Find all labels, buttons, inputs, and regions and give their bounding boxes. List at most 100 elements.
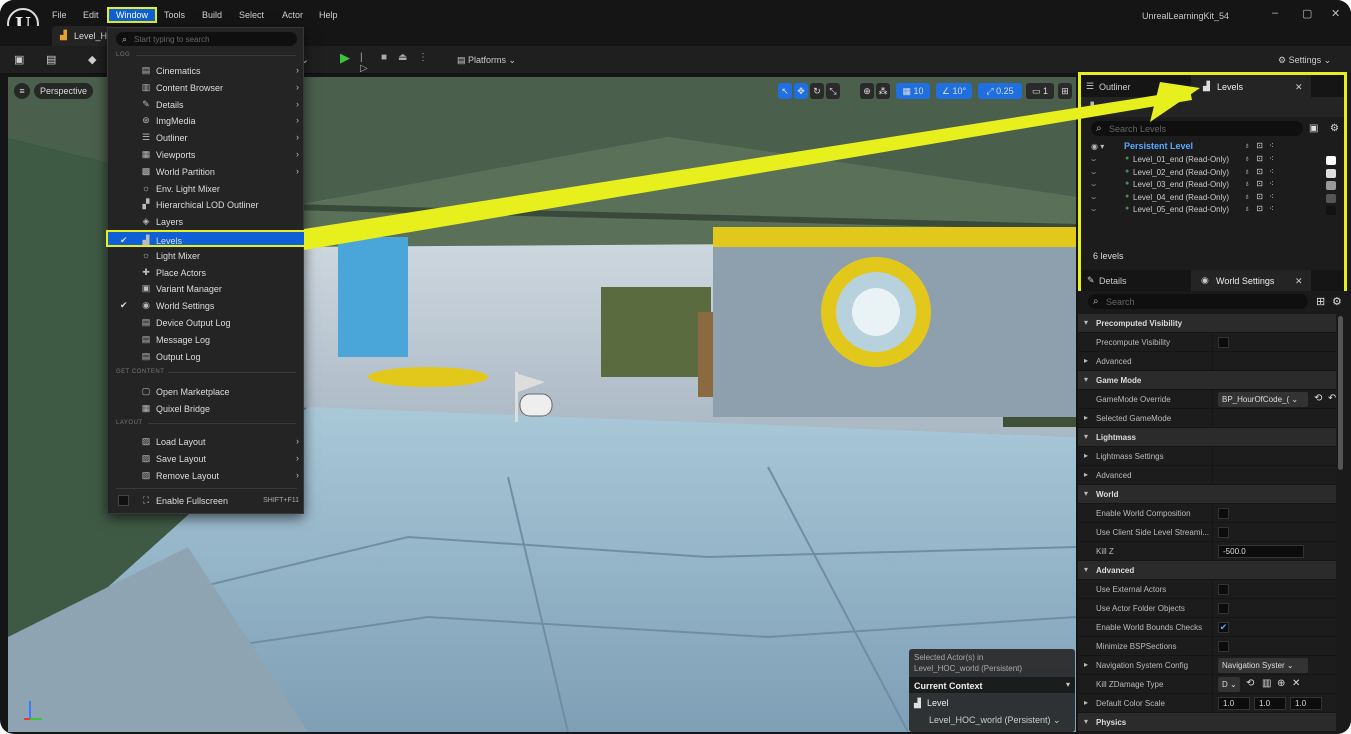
menu-item-place-actors[interactable]: ✚ Place Actors: [108, 264, 305, 281]
menu-item-hierarchical-lod-outliner[interactable]: ▞ Hierarchical LOD Outliner: [108, 196, 305, 213]
pencil-icon[interactable]: ✎: [1161, 101, 1169, 112]
step-icon[interactable]: |▷: [360, 52, 368, 74]
levels-search-input[interactable]: [1109, 123, 1299, 134]
maximize-viewport-button[interactable]: ⊞: [1058, 83, 1072, 99]
chevron-right-icon[interactable]: ▸: [1084, 413, 1088, 422]
content-browser-icon[interactable]: ▤: [46, 53, 56, 66]
chevron-down-icon[interactable]: ▾: [1084, 318, 1088, 327]
surface-snap-button[interactable]: ⁂: [876, 83, 890, 99]
property-checkbox[interactable]: [1218, 337, 1229, 348]
property-checkbox[interactable]: [1218, 603, 1229, 614]
visibility-closed-icon[interactable]: ⌣: [1091, 180, 1096, 190]
chevron-right-icon[interactable]: ▸: [1084, 451, 1088, 460]
add-folder-icon[interactable]: ▣: [1309, 123, 1318, 134]
menu-select[interactable]: Select: [239, 10, 264, 20]
menu-item-cinematics[interactable]: ▤ Cinematics ›: [108, 62, 305, 79]
eject-icon[interactable]: ⏏: [398, 52, 407, 63]
camera-speed-button[interactable]: ▭ 1: [1026, 83, 1054, 99]
level-row[interactable]: ⌣ Level_04_end (Read-Only) ♁ ⊡ ⁖ ●: [1081, 192, 1344, 205]
color-scale-field[interactable]: 1.0: [1254, 697, 1286, 710]
property-value-field[interactable]: -500.0: [1218, 545, 1304, 558]
visibility-closed-icon[interactable]: ⌣: [1091, 168, 1096, 178]
translate-mode-button[interactable]: ✥: [794, 83, 808, 99]
menu-actor[interactable]: Actor: [282, 10, 303, 20]
platforms-button[interactable]: ▤ Platforms ⌄: [457, 55, 516, 66]
chevron-down-icon[interactable]: ▾: [1084, 375, 1088, 384]
select-mode-button[interactable]: ↖: [778, 83, 792, 99]
chevron-right-icon[interactable]: ▸: [1084, 660, 1088, 669]
browse-icon[interactable]: ⟲: [1314, 393, 1322, 404]
fullscreen-checkbox[interactable]: [118, 495, 129, 506]
chevron-down-icon[interactable]: ▾: [1084, 717, 1088, 726]
menu-item-remove-layout[interactable]: ▨ Remove Layout ›: [108, 467, 305, 484]
chevron-down-icon[interactable]: ▾: [1084, 432, 1088, 441]
tab-details[interactable]: ✎ Details: [1081, 270, 1191, 291]
visibility-eye-icon[interactable]: ◉ ▾: [1091, 142, 1104, 151]
menu-item-imgmedia[interactable]: ⊛ ImgMedia ›: [108, 112, 305, 129]
menu-item-message-log[interactable]: ▤ Message Log: [108, 331, 305, 348]
menu-item-viewports[interactable]: ▦ Viewports ›: [108, 146, 305, 163]
maximize-button[interactable]: ▢: [1302, 7, 1312, 20]
perspective-button[interactable]: Perspective: [34, 83, 94, 99]
close-button[interactable]: ✕: [1331, 7, 1340, 20]
details-category[interactable]: ▾ Advanced: [1078, 561, 1336, 580]
menu-item-enable-fullscreen[interactable]: ⛶ Enable Fullscreen SHIFT+F11: [108, 492, 305, 509]
property-checkbox[interactable]: [1218, 508, 1229, 519]
menu-item-layers[interactable]: ◈ Layers: [108, 213, 305, 230]
menu-build[interactable]: Build: [202, 10, 222, 20]
menu-item-content-browser[interactable]: ▥ Content Browser ›: [108, 79, 305, 96]
browse-icon[interactable]: ⟲: [1246, 678, 1254, 689]
property-checkbox[interactable]: [1218, 641, 1229, 652]
level-row-icons[interactable]: ♁ ⊡ ⁖: [1244, 179, 1276, 188]
details-property-row[interactable]: ▸ Advanced: [1078, 466, 1336, 485]
menu-item-world-settings[interactable]: ✔ ◉ World Settings: [108, 297, 305, 314]
details-category[interactable]: ▾ Lightmass: [1078, 428, 1336, 447]
details-category[interactable]: ▾ Precomputed Visibility: [1078, 314, 1336, 333]
level-color-swatch[interactable]: [1326, 206, 1336, 216]
menu-item-output-log[interactable]: ▤ Output Log: [108, 348, 305, 365]
visibility-closed-icon[interactable]: ⌣: [1091, 193, 1096, 203]
viewport-menu-button[interactable]: ≡: [14, 83, 30, 99]
menu-item-levels[interactable]: ✔ ▟ Levels: [106, 230, 307, 247]
menu-item-env-light-mixer[interactable]: ☼ Env. Light Mixer: [108, 180, 305, 197]
play-button[interactable]: ▶: [340, 50, 350, 66]
play-options-icon[interactable]: ⋮: [418, 52, 428, 63]
details-property-row[interactable]: ▸ Selected GameMode: [1078, 409, 1336, 428]
level-color-swatch[interactable]: [1326, 193, 1336, 203]
details-category[interactable]: ▾ Physics: [1078, 713, 1336, 732]
level-document-tab[interactable]: ▟ Level_H: [52, 26, 112, 46]
clear-icon[interactable]: ✕: [1292, 678, 1300, 689]
chevron-right-icon[interactable]: ▸: [1084, 698, 1088, 707]
tab-outliner[interactable]: ☰ Outliner: [1081, 75, 1191, 97]
property-checkbox[interactable]: [1218, 584, 1229, 595]
menu-item-details[interactable]: ✎ Details ›: [108, 96, 305, 113]
menu-item-load-layout[interactable]: ▨ Load Layout ›: [108, 433, 305, 450]
menu-item-quixel-bridge[interactable]: ▦ Quixel Bridge: [108, 400, 305, 417]
save-icon[interactable]: ▣: [14, 53, 24, 66]
menu-item-variant-manager[interactable]: ▣ Variant Manager: [108, 280, 305, 297]
menu-item-device-output-log[interactable]: ▤ Device Output Log: [108, 314, 305, 331]
menu-item-open-marketplace[interactable]: ▢ Open Marketplace: [108, 383, 305, 400]
property-combo[interactable]: BP_HourOfCode_( ⌄: [1218, 392, 1308, 407]
details-property-row[interactable]: ▸ Navigation System Config Navigation Syst…: [1078, 656, 1336, 675]
world-space-button[interactable]: ⊕: [860, 83, 874, 99]
close-icon[interactable]: ✕: [1295, 82, 1303, 93]
close-icon[interactable]: ✕: [1295, 276, 1303, 287]
level-row-icons[interactable]: ♁ ⊡ ⁖: [1244, 204, 1276, 213]
property-checkbox[interactable]: ✔: [1218, 622, 1229, 633]
current-context-header[interactable]: Current Context ▾: [909, 677, 1075, 693]
menu-edit[interactable]: Edit: [83, 10, 99, 20]
rotation-snap-button[interactable]: ∠ 10°: [936, 83, 972, 99]
details-search-input[interactable]: [1106, 296, 1301, 307]
settings-button[interactable]: ⚙ Settings ⌄: [1278, 55, 1331, 66]
chevron-down-icon[interactable]: ▾: [1084, 565, 1088, 574]
minimize-button[interactable]: –: [1272, 7, 1278, 19]
level-row[interactable]: ⌣ Level_02_end (Read-Only) ♁ ⊡ ⁖ ●: [1081, 167, 1344, 180]
tab-world-settings[interactable]: ◉ World Settings ✕: [1191, 270, 1311, 291]
property-combo[interactable]: D ⌄: [1218, 677, 1240, 692]
context-level-dropdown[interactable]: Level_HOC_world (Persistent) ⌄: [929, 715, 1061, 726]
reset-icon[interactable]: ↶: [1328, 393, 1336, 404]
level-color-swatch[interactable]: [1326, 181, 1336, 191]
menu-item-world-partition[interactable]: ▩ World Partition ›: [108, 163, 305, 180]
folder-icon[interactable]: ▥: [1262, 678, 1271, 689]
